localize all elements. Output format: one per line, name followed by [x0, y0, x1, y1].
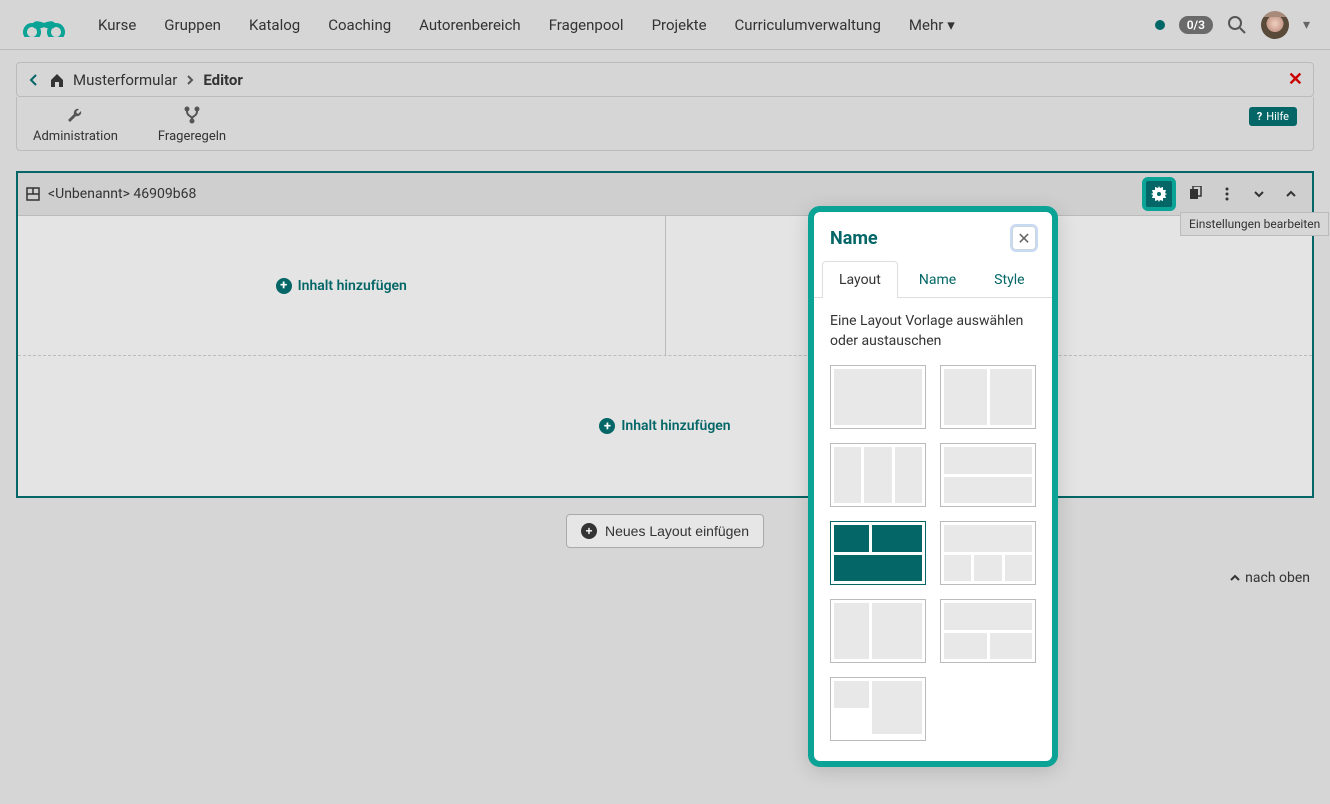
chevron-down-icon[interactable]: [1246, 181, 1272, 207]
layout-option-1x3[interactable]: [830, 443, 926, 507]
plus-icon: +: [599, 418, 615, 434]
settings-tooltip: Einstellungen bearbeiten: [1180, 212, 1329, 236]
popover-body: Eine Layout Vorlage auswählen oder austa…: [814, 298, 1052, 761]
plus-icon: +: [276, 278, 292, 294]
layout-option-1top-2bottom[interactable]: [940, 599, 1036, 663]
layout-option-left-col[interactable]: [830, 599, 926, 663]
layout-title: <Unbenannt> 46909b68: [48, 186, 1134, 202]
nav-curriculum[interactable]: Curriculumverwaltung: [721, 2, 895, 48]
chevron-right-icon: [185, 75, 195, 85]
wrench-icon: [65, 105, 85, 125]
layout-body: + Inhalt hinzufügen + Inhalt hinzufügen: [18, 216, 1312, 496]
page-wrap: Musterformular Editor ✕ Administration F…: [0, 50, 1330, 560]
layout-block: <Unbenannt> 46909b68: [16, 171, 1314, 498]
nav-katalog[interactable]: Katalog: [235, 2, 314, 48]
notification-badge[interactable]: 0/3: [1179, 16, 1213, 34]
branch-icon: [182, 105, 202, 125]
tool-rules-label: Frageregeln: [158, 129, 226, 144]
settings-button[interactable]: [1142, 177, 1176, 211]
tool-frageregeln[interactable]: Frageregeln: [158, 105, 226, 144]
new-layout-label: Neues Layout einfügen: [605, 523, 749, 539]
topbar-right: 0/3 ▾: [1155, 11, 1310, 39]
back-to-top-label: nach oben: [1245, 570, 1310, 586]
layout-cell-left[interactable]: + Inhalt hinzufügen: [18, 216, 666, 355]
nav-fragenpool[interactable]: Fragenpool: [535, 2, 638, 48]
caret-down-icon[interactable]: ▾: [1303, 17, 1310, 33]
nav-more[interactable]: Mehr ▾: [895, 2, 969, 48]
layout-option-2top-1bottom[interactable]: [830, 521, 926, 585]
chevron-up-icon[interactable]: [1278, 181, 1304, 207]
add-content-button[interactable]: + Inhalt hinzufügen: [276, 278, 407, 294]
nav-projekte[interactable]: Projekte: [638, 2, 721, 48]
popover-tabs: Layout Name Style: [814, 260, 1052, 298]
popover-close-button[interactable]: ✕: [1012, 226, 1036, 250]
help-button[interactable]: ? Hilfe: [1249, 107, 1297, 126]
layout-options-grid: [830, 365, 1036, 741]
question-icon: ?: [1257, 110, 1262, 123]
back-to-top[interactable]: nach oben: [1229, 570, 1310, 586]
avatar[interactable]: [1261, 11, 1289, 39]
popover-title: Name: [830, 228, 878, 249]
tab-layout[interactable]: Layout: [822, 261, 898, 298]
popover-header: Name ✕: [814, 212, 1052, 260]
settings-popover: Name ✕ Layout Name Style Eine Layout Vor…: [808, 206, 1058, 767]
nav-kurse[interactable]: Kurse: [84, 2, 150, 48]
tab-style[interactable]: Style: [977, 261, 1041, 298]
search-icon[interactable]: [1227, 15, 1247, 35]
caret-down-icon: ▾: [947, 16, 955, 34]
new-layout-button[interactable]: + Neues Layout einfügen: [566, 514, 764, 548]
breadcrumb: Musterformular Editor ✕: [16, 62, 1314, 97]
back-icon[interactable]: [27, 73, 41, 87]
layout-option-1x1[interactable]: [830, 365, 926, 429]
plus-icon: +: [581, 523, 597, 539]
layout-grid-icon: [26, 187, 40, 201]
copy-button[interactable]: [1182, 181, 1208, 207]
tool-admin-label: Administration: [33, 129, 118, 144]
breadcrumb-current: Editor: [203, 71, 243, 89]
add-content-label: Inhalt hinzufügen: [298, 278, 407, 294]
breadcrumb-title[interactable]: Musterformular: [73, 71, 177, 89]
layout-option-1x2[interactable]: [940, 365, 1036, 429]
add-content-label: Inhalt hinzufügen: [621, 418, 730, 434]
layout-row-1: + Inhalt hinzufügen: [18, 216, 1312, 356]
add-content-button[interactable]: + Inhalt hinzufügen: [599, 418, 730, 434]
logo[interactable]: [20, 13, 68, 37]
more-vertical-icon[interactable]: [1214, 181, 1240, 207]
status-dot-icon: [1155, 20, 1165, 30]
tool-administration[interactable]: Administration: [33, 105, 118, 144]
chevron-up-icon: [1229, 572, 1241, 584]
layout-option-left-col-2rows[interactable]: [830, 677, 926, 741]
close-icon[interactable]: ✕: [1288, 69, 1303, 90]
tab-name[interactable]: Name: [902, 261, 973, 298]
nav-more-label: Mehr: [909, 16, 943, 34]
layout-row-2[interactable]: + Inhalt hinzufügen: [18, 356, 1312, 496]
new-layout-wrap: + Neues Layout einfügen: [16, 514, 1314, 548]
home-icon[interactable]: [49, 72, 65, 88]
nav-coaching[interactable]: Coaching: [314, 2, 405, 48]
layout-header: <Unbenannt> 46909b68: [18, 173, 1312, 216]
popover-description: Eine Layout Vorlage auswählen oder austa…: [830, 312, 1036, 351]
toolbar: Administration Frageregeln ? Hilfe: [16, 97, 1314, 151]
nav-links: Kurse Gruppen Katalog Coaching Autorenbe…: [84, 2, 969, 48]
layout-option-1top-3bottom[interactable]: [940, 521, 1036, 585]
nav-gruppen[interactable]: Gruppen: [150, 2, 235, 48]
layout-option-2rows[interactable]: [940, 443, 1036, 507]
top-nav: Kurse Gruppen Katalog Coaching Autorenbe…: [0, 0, 1330, 50]
layout-header-actions: [1142, 177, 1304, 211]
nav-autorenbereich[interactable]: Autorenbereich: [405, 2, 535, 48]
help-label: Hilfe: [1266, 110, 1289, 123]
